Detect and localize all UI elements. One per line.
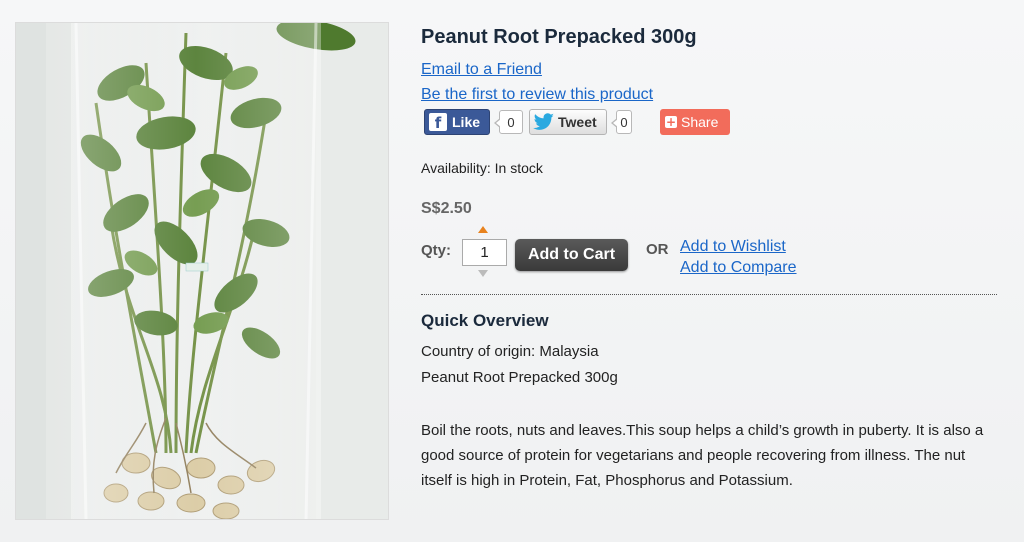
add-to-wishlist-link[interactable]: Add to Wishlist <box>680 238 786 256</box>
facebook-icon: f <box>429 113 447 132</box>
first-review-link[interactable]: Be the first to review this product <box>421 86 653 104</box>
tweet-count: 0 <box>611 110 632 134</box>
product-details: Peanut Root Prepacked 300g Email to a Fr… <box>421 0 1001 542</box>
qty-input[interactable] <box>462 239 507 266</box>
add-to-compare-link[interactable]: Add to Compare <box>680 259 797 277</box>
facebook-like-button[interactable]: f Like <box>424 109 490 135</box>
product-description: Boil the roots, nuts and leaves.This sou… <box>421 422 984 489</box>
qty-decrease-arrow-icon[interactable] <box>478 270 488 277</box>
facebook-like-count: 0 <box>494 110 523 134</box>
quick-overview-title: Quick Overview <box>421 311 549 330</box>
overview-product-name: Peanut Root Prepacked 300g <box>421 369 618 386</box>
tweet-label: Tweet <box>558 114 597 130</box>
section-divider <box>421 294 997 295</box>
tweet-button[interactable]: Tweet <box>529 109 607 135</box>
twitter-bird-icon <box>533 113 554 130</box>
qty-increase-arrow-icon[interactable] <box>478 226 488 233</box>
or-separator: OR <box>646 241 669 258</box>
share-plus-icon: + <box>665 115 677 129</box>
country-of-origin: Country of origin: Malaysia <box>421 343 599 360</box>
share-button[interactable]: + Share <box>660 109 730 135</box>
email-friend-link[interactable]: Email to a Friend <box>421 61 542 79</box>
share-label: Share <box>681 114 719 130</box>
product-image[interactable] <box>15 22 389 520</box>
peanut-plant-photo <box>16 23 388 519</box>
availability-status: Availability: In stock <box>421 160 543 176</box>
facebook-like-label: Like <box>452 114 481 130</box>
add-to-cart-button[interactable]: Add to Cart <box>515 239 628 271</box>
social-buttons: f Like 0 Tweet 0 + Share <box>424 109 730 135</box>
product-title: Peanut Root Prepacked 300g <box>421 26 697 48</box>
product-price: S$2.50 <box>421 200 472 217</box>
qty-label: Qty: <box>421 242 451 259</box>
